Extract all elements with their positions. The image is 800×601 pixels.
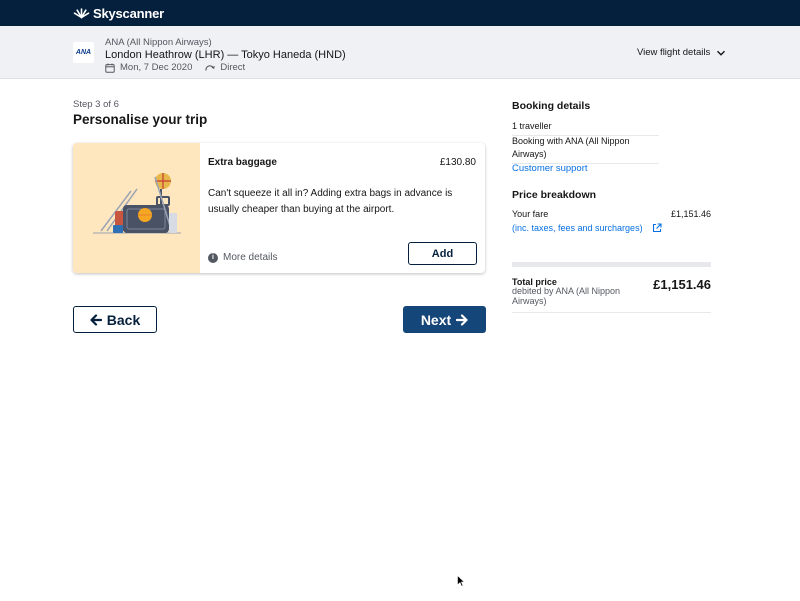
next-label: Next <box>420 311 452 328</box>
direct-arrow-icon <box>205 64 216 71</box>
mouse-cursor-icon <box>457 575 465 587</box>
traveller-count: 1 traveller <box>512 121 659 136</box>
calendar-icon <box>105 63 115 73</box>
fare-value: £1,151.46 <box>670 209 711 219</box>
skyscanner-sunburst-icon <box>73 8 90 19</box>
more-details-link[interactable]: i More details <box>208 252 277 263</box>
baggage-illustration-icon <box>93 173 181 234</box>
price-breakdown-title: Price breakdown <box>512 189 597 201</box>
view-flight-details-label: View flight details <box>637 47 711 58</box>
flight-route: London Heathrow (LHR) — Tokyo Haneda (HN… <box>105 49 346 61</box>
flight-stops: Direct <box>220 62 246 73</box>
total-bottom-divider <box>512 312 711 313</box>
airline-name: ANA (All Nippon Airways) <box>105 37 212 48</box>
chevron-down-icon <box>717 50 726 56</box>
total-price-value: £1,151.46 <box>653 277 711 292</box>
add-baggage-button[interactable]: Add <box>408 242 477 265</box>
booking-with: Booking with ANA (All Nippon Airways) <box>512 135 659 164</box>
next-button[interactable]: Next <box>403 306 486 333</box>
airline-logo-text: ANA <box>75 49 92 56</box>
extra-baggage-price: £130.80 <box>439 157 476 168</box>
more-details-label: More details <box>223 252 278 263</box>
extra-baggage-card: Extra baggage £130.80 Can't squeeze it a… <box>73 143 485 273</box>
top-navbar: Skyscanner <box>0 0 800 26</box>
step-indicator: Step 3 of 6 <box>73 99 119 110</box>
arrow-right-icon <box>456 313 468 326</box>
back-label: Back <box>106 311 141 328</box>
taxes-link-label: (inc. taxes, fees and surcharges) <box>512 223 643 233</box>
extra-baggage-description: Can't squeeze it all in? Adding extra ba… <box>208 188 453 215</box>
flight-meta: Mon, 7 Dec 2020 Direct <box>105 62 245 73</box>
taxes-link[interactable]: (inc. taxes, fees and surcharges) <box>512 223 662 233</box>
airline-logo: ANA <box>73 42 94 63</box>
skyscanner-logo[interactable]: Skyscanner <box>73 4 164 22</box>
back-button[interactable]: Back <box>73 306 157 333</box>
fare-label: Your fare <box>512 209 549 219</box>
total-divider <box>512 262 711 267</box>
brand-name: Skyscanner <box>93 5 164 21</box>
total-price-subtitle: debited by ANA (All Nippon Airways) <box>512 286 621 306</box>
external-link-icon <box>652 223 662 233</box>
baggage-illustration <box>73 143 200 273</box>
view-flight-details-button[interactable]: View flight details <box>637 47 726 58</box>
arrow-left-icon <box>90 313 102 326</box>
extra-baggage-title: Extra baggage <box>208 157 277 168</box>
page-title: Personalise your trip <box>73 112 208 127</box>
flight-date: Mon, 7 Dec 2020 <box>120 62 193 73</box>
booking-details-title: Booking details <box>512 100 591 112</box>
customer-support-link[interactable]: Customer support <box>512 163 588 174</box>
info-icon: i <box>208 252 218 263</box>
